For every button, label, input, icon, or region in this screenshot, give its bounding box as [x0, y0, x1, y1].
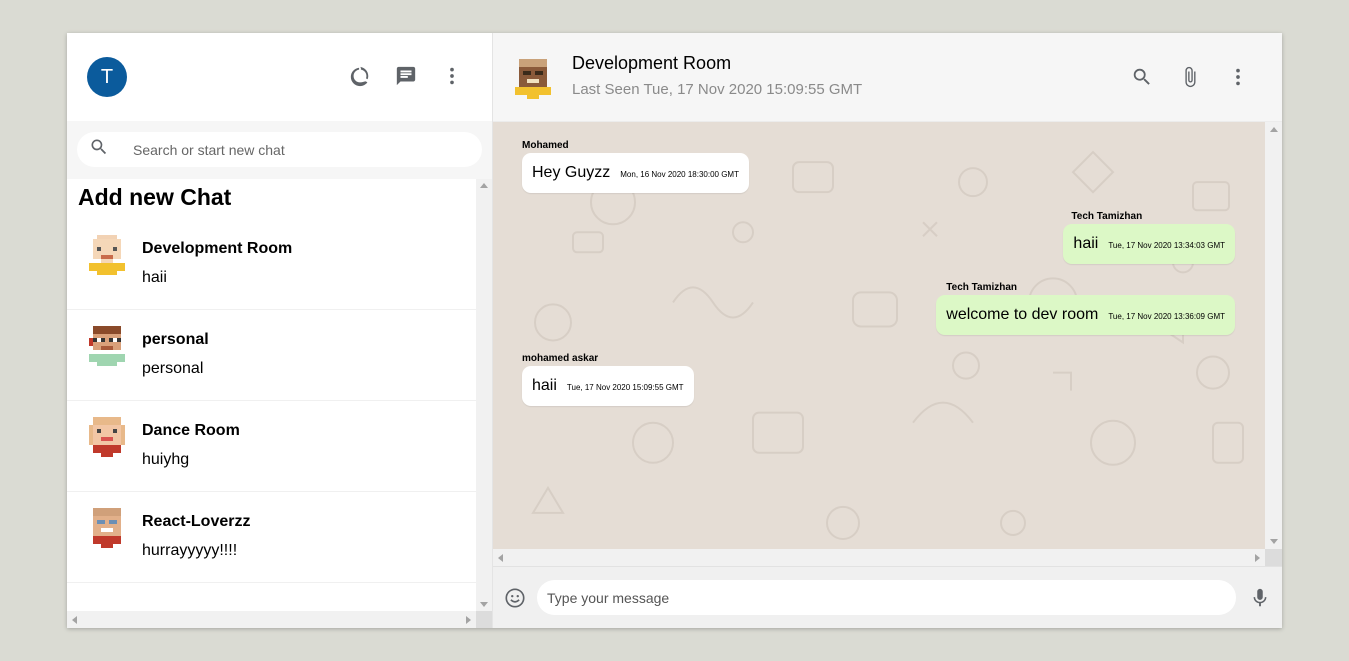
chat-last-message: hurrayyyyy!!!! — [142, 542, 238, 559]
chat-last-message: huiyhg — [142, 451, 190, 468]
scroll-up-arrow-icon[interactable] — [1270, 127, 1278, 132]
pixel-avatar-bald-icon — [89, 235, 125, 275]
chat-info: personal personal — [142, 324, 209, 378]
message-sender: Tech Tamizhan — [1071, 211, 1143, 222]
message-bubble[interactable]: welcome to dev room Tue, 17 Nov 2020 13:… — [936, 295, 1235, 335]
chat-title: Development Room — [572, 52, 732, 73]
mic-icon[interactable] — [1248, 586, 1272, 610]
message-timestamp: Tue, 17 Nov 2020 13:34:03 GMT — [1108, 241, 1225, 250]
message-timestamp: Tue, 17 Nov 2020 13:36:09 GMT — [1108, 312, 1225, 321]
message-input[interactable] — [547, 589, 1236, 606]
sidebar-body: Add new Chat Development Room haii perso… — [67, 179, 492, 611]
scroll-down-arrow-icon[interactable] — [480, 602, 488, 607]
chat-vertical-scrollbar[interactable] — [1265, 122, 1282, 549]
sidebar-header: T — [67, 33, 492, 121]
add-new-chat-button[interactable]: Add new Chat — [67, 179, 476, 219]
sidebar-search-container — [67, 121, 492, 179]
chat-name: Development Room — [142, 240, 293, 257]
chat-footer — [493, 566, 1282, 628]
message-group: Tech Tamizhan haii Tue, 17 Nov 2020 13:3… — [1063, 211, 1235, 264]
message-timestamp: Mon, 16 Nov 2020 18:30:00 GMT — [620, 170, 739, 179]
chat-bottom-scroll — [493, 549, 1282, 566]
scroll-up-arrow-icon[interactable] — [480, 183, 488, 188]
scroll-down-arrow-icon[interactable] — [1270, 539, 1278, 544]
message-text: haii — [1073, 235, 1099, 252]
last-seen-text: Last Seen Tue, 17 Nov 2020 15:09:55 GMT — [572, 80, 863, 98]
chat-list-item[interactable]: personal personal — [67, 310, 476, 401]
message-sender: Tech Tamizhan — [946, 282, 1018, 293]
chat-info: React-Loverzz hurrayyyyy!!!! — [142, 506, 250, 560]
message-group: Mohamed Hey Guyzz Mon, 16 Nov 2020 18:30… — [522, 140, 749, 193]
chat-list-item[interactable]: Development Room haii — [67, 219, 476, 310]
chat-body-wrap: Mohamed Hey Guyzz Mon, 16 Nov 2020 18:30… — [493, 122, 1282, 566]
message-input-container — [537, 580, 1236, 615]
status-icon[interactable] — [348, 64, 372, 88]
chat-list: Add new Chat Development Room haii perso… — [67, 179, 476, 611]
sidebar-search — [77, 132, 482, 167]
chat-pane: Development Room Last Seen Tue, 17 Nov 2… — [493, 33, 1282, 628]
message-timestamp: Tue, 17 Nov 2020 15:09:55 GMT — [566, 383, 684, 392]
chat-list-item[interactable]: React-Loverzz hurrayyyyy!!!! — [67, 492, 476, 583]
chat-info: Development Room haii — [142, 233, 292, 287]
sidebar-bottom-scroll — [67, 611, 492, 628]
sidebar-horizontal-scrollbar[interactable] — [67, 611, 476, 628]
pixel-avatar-glasses-icon — [89, 326, 125, 366]
sidebar-header-icons — [348, 64, 464, 88]
chat-list-item[interactable]: Dance Room huiyhg — [67, 401, 476, 492]
scroll-right-arrow-icon[interactable] — [1255, 554, 1260, 562]
more-vert-icon[interactable] — [1226, 65, 1250, 89]
message-sender: Mohamed — [522, 140, 569, 151]
pixel-avatar-blonde-icon — [89, 417, 125, 457]
scroll-left-arrow-icon[interactable] — [72, 616, 77, 624]
more-vert-icon[interactable] — [440, 64, 464, 88]
scrollbar-corner — [1265, 549, 1282, 566]
search-icon[interactable] — [1130, 65, 1154, 89]
user-avatar[interactable]: T — [87, 57, 127, 97]
attach-icon[interactable] — [1178, 65, 1202, 89]
scroll-left-arrow-icon[interactable] — [498, 554, 503, 562]
pixel-avatar-red-shirt-icon — [93, 508, 121, 548]
pixel-avatar-chat-icon[interactable] — [515, 58, 551, 100]
chat-name: React-Loverzz — [142, 513, 251, 530]
chat-name: Dance Room — [142, 422, 240, 439]
message-text: Hey Guyzz — [532, 164, 611, 181]
chat-info: Dance Room huiyhg — [142, 415, 240, 469]
sidebar: T Add new — [67, 33, 493, 628]
chat-header-icons — [1130, 65, 1250, 89]
scroll-right-arrow-icon[interactable] — [466, 616, 471, 624]
message-sender: mohamed askar — [522, 353, 599, 364]
message-group: Tech Tamizhan welcome to dev room Tue, 1… — [936, 282, 1235, 335]
search-input[interactable] — [133, 141, 453, 158]
message-bubble[interactable]: Hey Guyzz Mon, 16 Nov 2020 18:30:00 GMT — [522, 153, 749, 193]
new-chat-icon[interactable] — [394, 64, 418, 88]
message-bubble[interactable]: haii Tue, 17 Nov 2020 15:09:55 GMT — [522, 366, 694, 406]
emoji-icon[interactable] — [503, 586, 527, 610]
chat-header: Development Room Last Seen Tue, 17 Nov 2… — [493, 33, 1282, 122]
message-text: welcome to dev room — [946, 306, 1099, 323]
search-icon — [89, 137, 109, 162]
scrollbar-corner — [476, 611, 492, 628]
chat-name: personal — [142, 331, 209, 348]
chat-last-message: haii — [142, 269, 167, 286]
message-group: mohamed askar haii Tue, 17 Nov 2020 15:0… — [522, 353, 694, 406]
chat-horizontal-scrollbar[interactable] — [493, 549, 1265, 566]
chat-header-info[interactable]: Development Room Last Seen Tue, 17 Nov 2… — [572, 53, 862, 98]
message-bubble[interactable]: haii Tue, 17 Nov 2020 13:34:03 GMT — [1063, 224, 1235, 264]
chat-last-message: personal — [142, 360, 204, 377]
message-text: haii — [532, 377, 557, 394]
app-window: T Add new — [67, 33, 1282, 628]
sidebar-vertical-scrollbar[interactable] — [476, 179, 492, 611]
message-area: Mohamed Hey Guyzz Mon, 16 Nov 2020 18:30… — [493, 122, 1265, 549]
chat-body-row: Mohamed Hey Guyzz Mon, 16 Nov 2020 18:30… — [493, 122, 1282, 549]
